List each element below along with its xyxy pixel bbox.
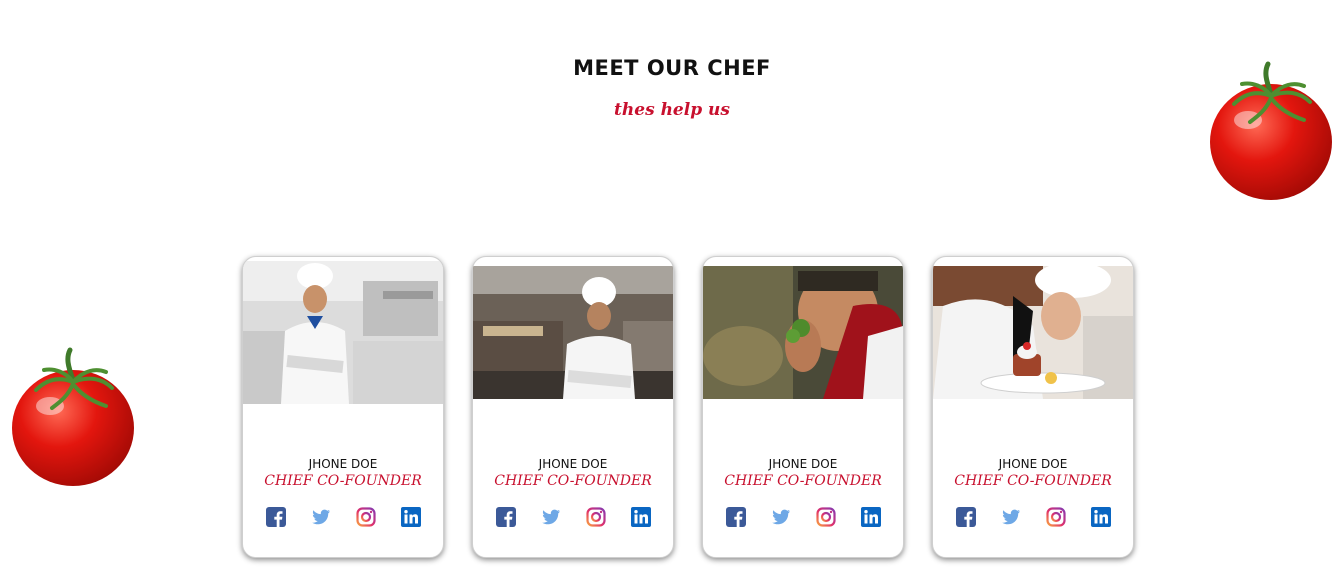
chef-photo <box>473 266 673 399</box>
chef-role: CHIEF CO-FOUNDER <box>724 473 882 489</box>
chef-role: CHIEF CO-FOUNDER <box>954 473 1112 489</box>
facebook-icon[interactable] <box>955 507 976 527</box>
chef-card: JHONE DOE CHIEF CO-FOUNDER <box>932 256 1134 558</box>
social-links <box>473 507 673 527</box>
instagram-icon[interactable] <box>1045 507 1066 527</box>
chef-photo <box>243 261 443 404</box>
chef-card: JHONE DOE CHIEF CO-FOUNDER <box>472 256 674 558</box>
chef-role: CHIEF CO-FOUNDER <box>264 473 422 489</box>
social-links <box>243 507 443 527</box>
chef-card: JHONE DOE CHIEF CO-FOUNDER <box>242 256 444 558</box>
linkedin-icon[interactable] <box>860 507 881 527</box>
instagram-icon[interactable] <box>585 507 606 527</box>
linkedin-icon[interactable] <box>1090 507 1111 527</box>
chef-photo <box>703 266 903 399</box>
section-subtitle: thes help us <box>614 100 730 120</box>
linkedin-icon[interactable] <box>400 507 421 527</box>
chef-name: JHONE DOE <box>998 457 1068 471</box>
facebook-icon[interactable] <box>495 507 516 527</box>
instagram-icon[interactable] <box>815 507 836 527</box>
twitter-icon[interactable] <box>771 507 791 527</box>
tomato-image <box>8 346 138 491</box>
chef-name: JHONE DOE <box>308 457 378 471</box>
facebook-icon[interactable] <box>265 507 286 527</box>
instagram-icon[interactable] <box>355 507 376 527</box>
social-links <box>703 507 903 527</box>
facebook-icon[interactable] <box>725 507 746 527</box>
twitter-icon[interactable] <box>1001 507 1021 527</box>
twitter-icon[interactable] <box>311 507 331 527</box>
section-title: MEET OUR CHEF <box>573 56 771 80</box>
twitter-icon[interactable] <box>541 507 561 527</box>
chef-name: JHONE DOE <box>768 457 838 471</box>
social-links <box>933 507 1133 527</box>
tomato-image <box>1206 60 1336 205</box>
chef-role: CHIEF CO-FOUNDER <box>494 473 652 489</box>
linkedin-icon[interactable] <box>630 507 651 527</box>
chef-photo <box>933 266 1133 399</box>
chef-card: JHONE DOE CHIEF CO-FOUNDER <box>702 256 904 558</box>
chef-name: JHONE DOE <box>538 457 608 471</box>
